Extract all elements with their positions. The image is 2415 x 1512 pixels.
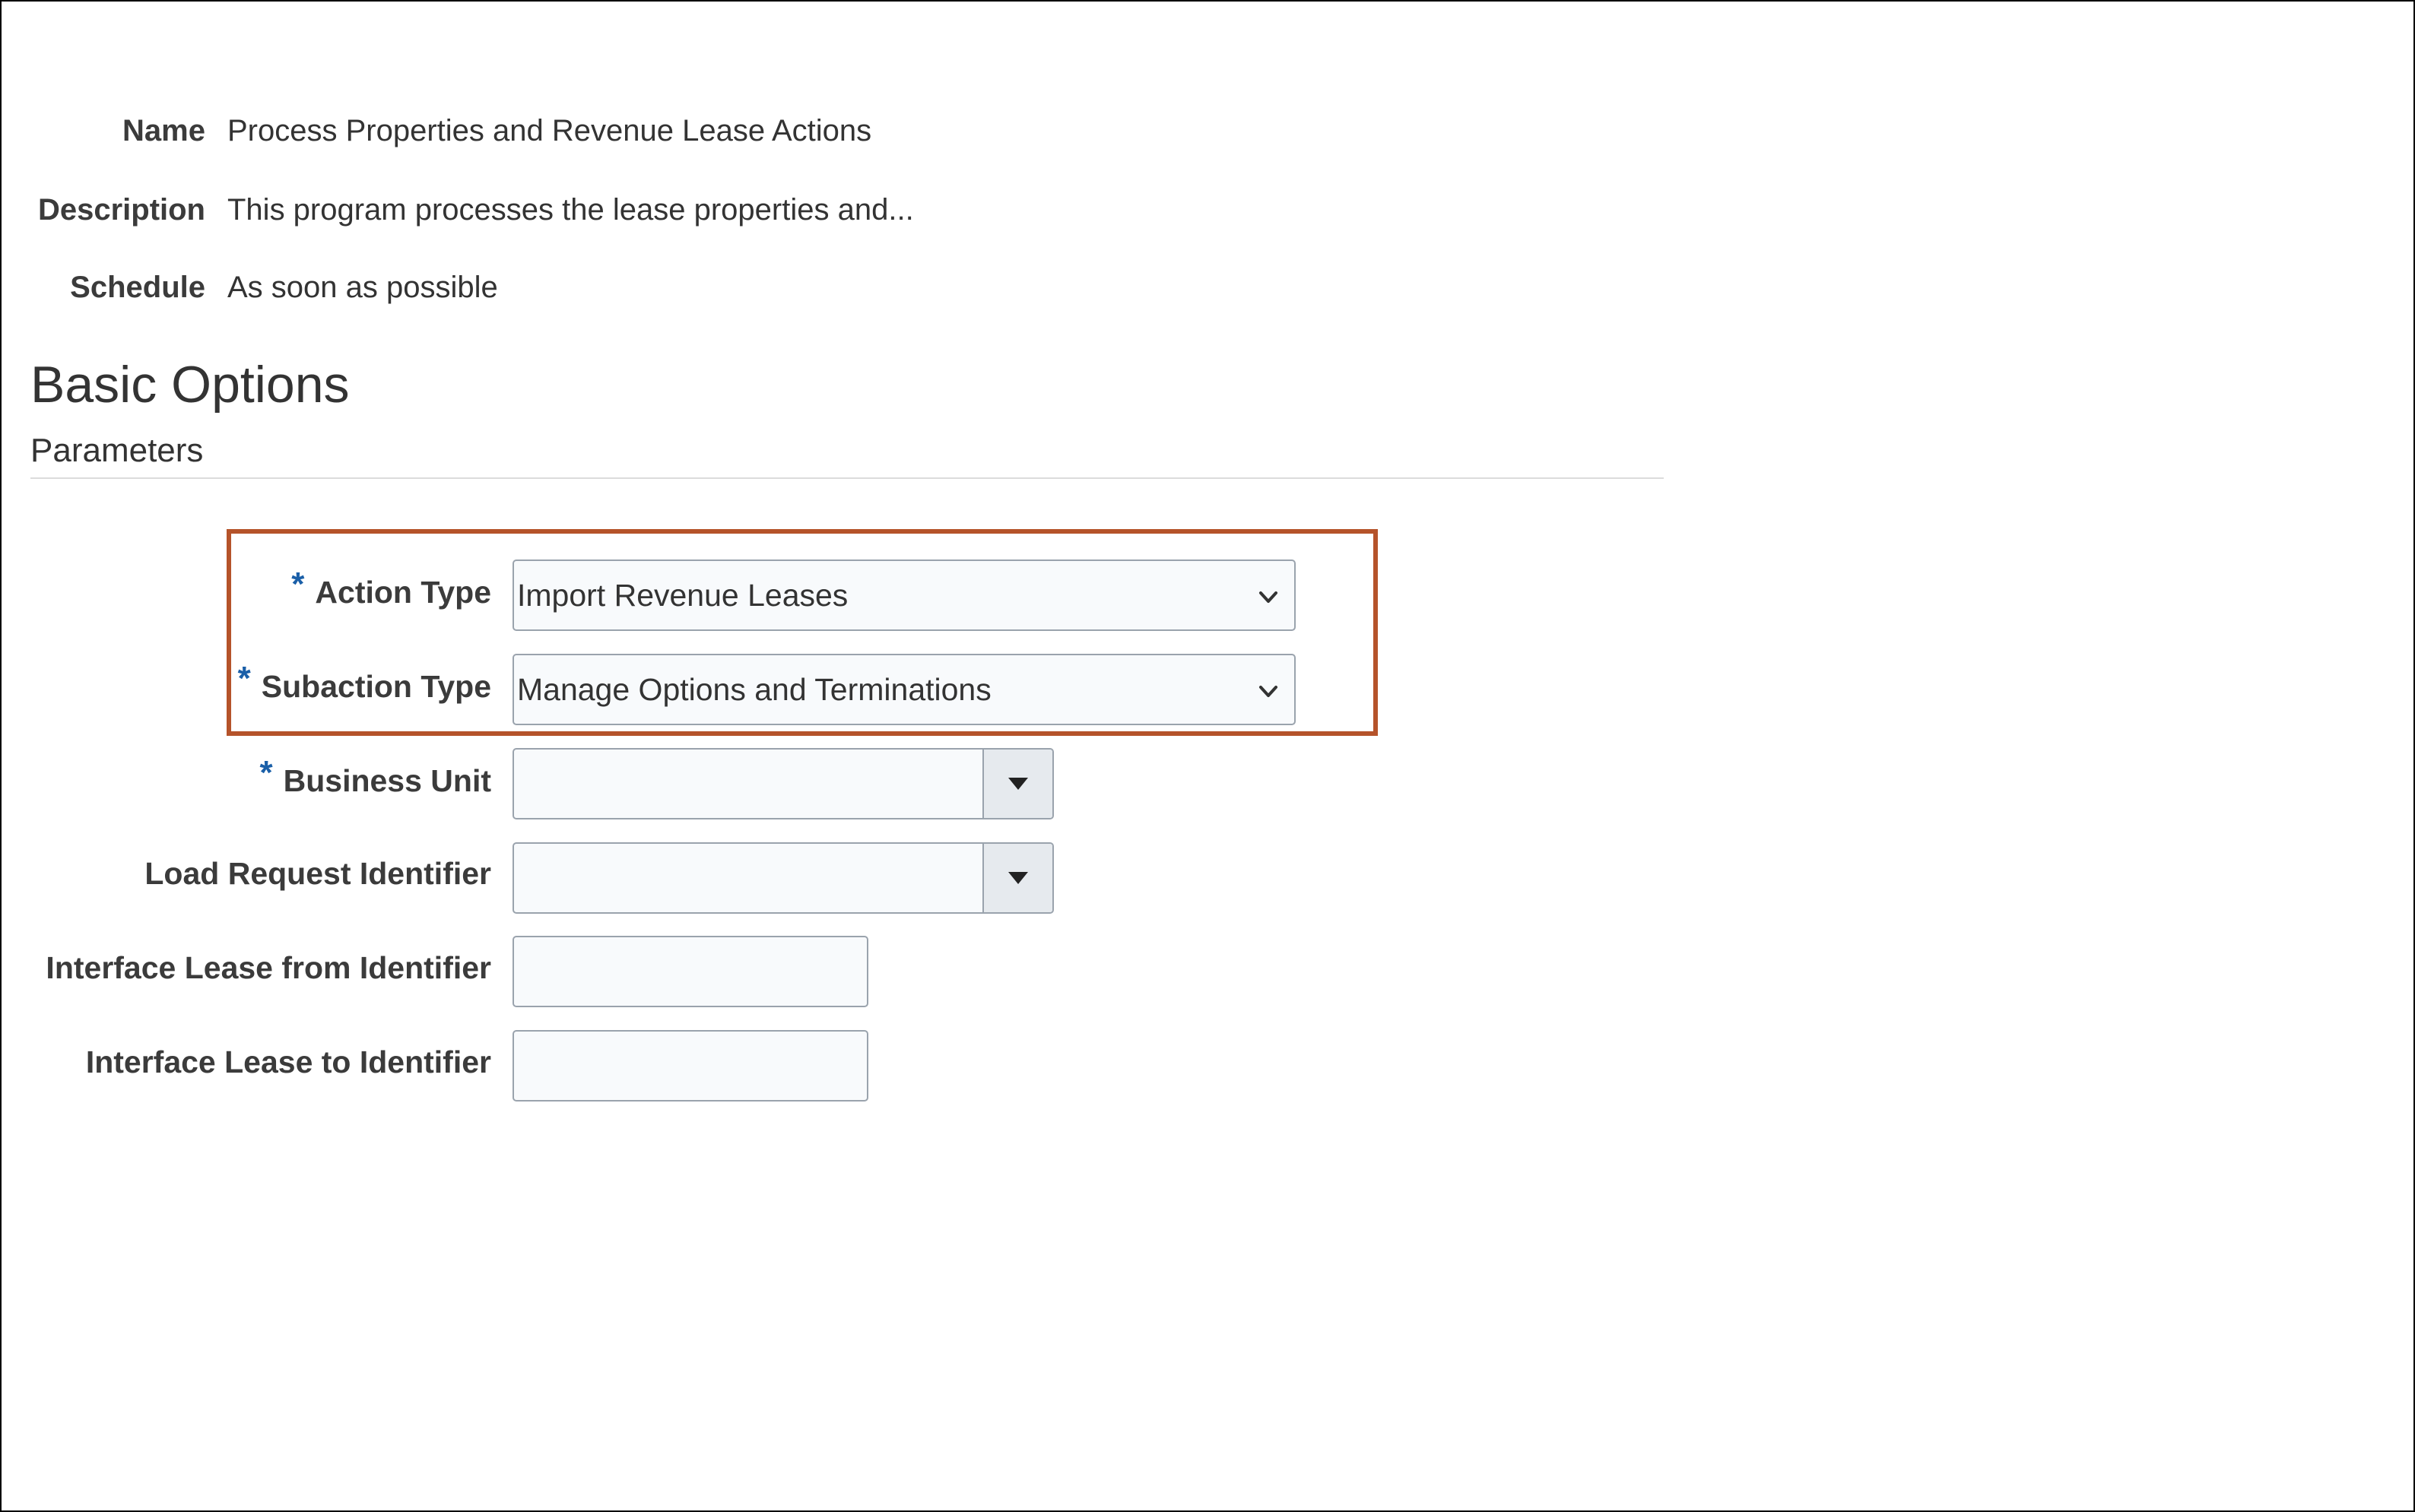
schedule-label: Schedule <box>70 271 205 304</box>
business-unit-dropdown-button[interactable] <box>982 750 1052 818</box>
load-request-identifier-label-text: Load Request Identifier <box>144 856 491 891</box>
required-marker: * <box>237 660 251 697</box>
interface-lease-from-label: Interface Lease from Identifier <box>46 950 491 986</box>
page-frame: Name Process Properties and Revenue Leas… <box>0 0 2415 1512</box>
name-label: Name <box>122 114 205 147</box>
required-marker: * <box>259 754 273 791</box>
subaction-type-value: Manage Options and Terminations <box>517 671 992 707</box>
description-value: This program processes the lease propert… <box>227 193 914 227</box>
action-type-select[interactable]: Import Revenue Leases <box>513 559 1296 631</box>
caret-down-icon <box>1008 778 1028 790</box>
action-type-label-text: Action Type <box>315 574 491 610</box>
action-type-label: * Action Type <box>291 566 491 611</box>
action-type-value: Import Revenue Leases <box>517 577 849 613</box>
interface-lease-from-input[interactable] <box>513 936 868 1007</box>
subaction-type-select[interactable]: Manage Options and Terminations <box>513 654 1296 725</box>
interface-lease-to-label-text: Interface Lease to Identifier <box>85 1044 491 1079</box>
section-title: Basic Options <box>30 356 350 414</box>
chevron-down-icon[interactable] <box>1253 582 1284 613</box>
description-label: Description <box>37 193 205 227</box>
interface-lease-to-label: Interface Lease to Identifier <box>86 1044 491 1080</box>
required-marker: * <box>291 566 305 603</box>
caret-down-icon <box>1008 872 1028 884</box>
business-unit-label-text: Business Unit <box>283 762 491 798</box>
section-subtitle: Parameters <box>30 432 204 469</box>
section-divider <box>30 477 1664 479</box>
load-request-dropdown-button[interactable] <box>982 844 1052 912</box>
load-request-identifier-combobox[interactable] <box>513 842 1054 914</box>
chevron-down-icon[interactable] <box>1253 677 1284 707</box>
interface-lease-from-label-text: Interface Lease from Identifier <box>46 950 491 985</box>
subaction-type-label: * Subaction Type <box>238 660 491 705</box>
interface-lease-to-input[interactable] <box>513 1030 868 1102</box>
schedule-value: As soon as possible <box>227 271 498 304</box>
load-request-identifier-label: Load Request Identifier <box>144 856 491 892</box>
business-unit-combobox[interactable] <box>513 748 1054 819</box>
name-value: Process Properties and Revenue Lease Act… <box>227 114 872 147</box>
subaction-type-label-text: Subaction Type <box>261 668 491 704</box>
business-unit-label: * Business Unit <box>259 754 491 800</box>
